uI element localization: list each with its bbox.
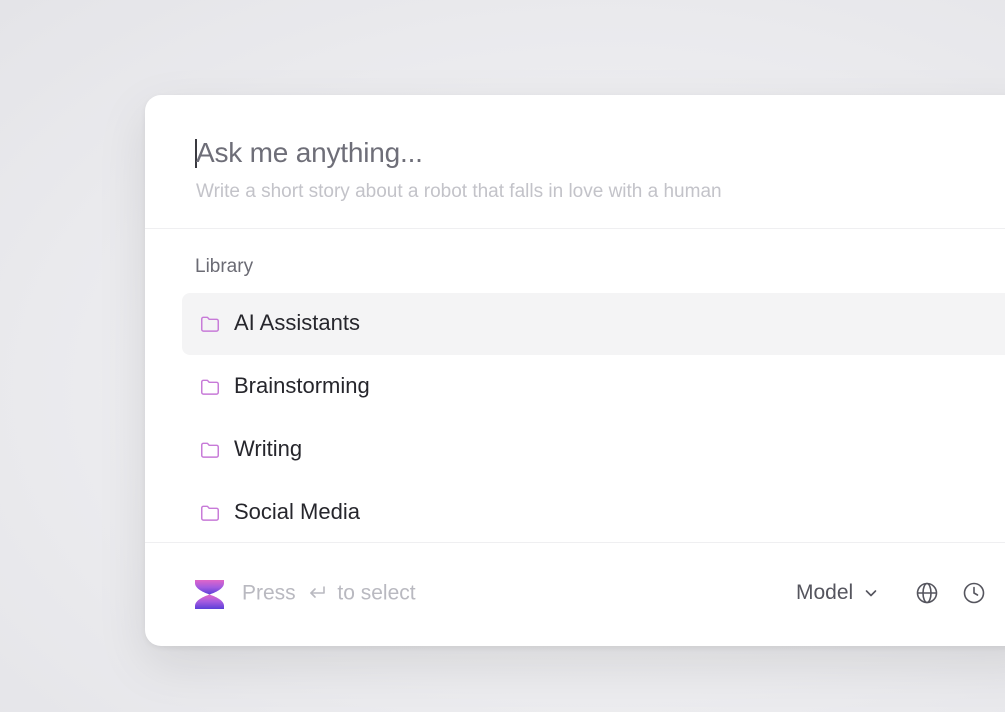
library-item-social-media[interactable]: Social Media: [182, 482, 1005, 544]
library-item-label: AI Assistants: [234, 310, 360, 335]
library-list: AI Assistants Brainstorming Writing Soci…: [182, 293, 1005, 545]
hint-prefix: Press: [242, 581, 296, 605]
folder-icon: [201, 442, 219, 458]
globe-icon[interactable]: [915, 581, 939, 605]
clock-icon[interactable]: [962, 581, 986, 605]
folder-icon: [201, 505, 219, 521]
search-area[interactable]: Ask me anything... Write a short story a…: [145, 95, 1005, 229]
folder-icon: [201, 316, 219, 332]
library-item-brainstorming[interactable]: Brainstorming: [182, 356, 1005, 418]
library-heading: Library: [195, 256, 254, 277]
library-item-ai-assistants[interactable]: AI Assistants: [182, 293, 1005, 355]
search-suggestion: Write a short story about a robot that f…: [196, 181, 722, 202]
model-label: Model: [796, 581, 854, 604]
chevron-down-icon: [865, 590, 877, 597]
command-palette: Ask me anything... Write a short story a…: [145, 95, 1005, 646]
folder-icon: [201, 379, 219, 395]
library-item-writing[interactable]: Writing: [182, 419, 1005, 481]
select-hint: Press to select: [242, 581, 416, 605]
palette-footer: Press to select Model: [145, 542, 1005, 646]
search-input[interactable]: Ask me anything...: [196, 137, 423, 169]
hint-suffix: to select: [337, 581, 416, 605]
library-item-label: Brainstorming: [234, 373, 370, 398]
library-item-label: Social Media: [234, 499, 360, 524]
hourglass-logo: [195, 580, 224, 609]
model-selector[interactable]: Model: [796, 581, 879, 605]
library-item-label: Writing: [234, 436, 303, 461]
enter-icon: [309, 586, 325, 599]
